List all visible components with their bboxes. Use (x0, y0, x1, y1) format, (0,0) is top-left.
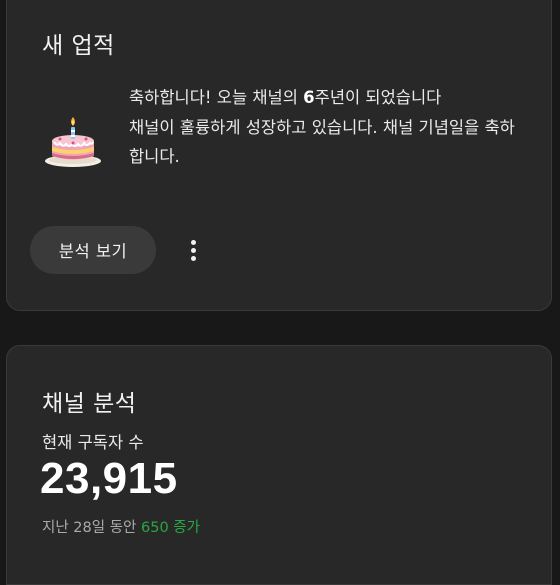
view-analytics-button[interactable]: 분석 보기 (30, 226, 156, 274)
change-days: 28 (73, 520, 92, 536)
birthday-cake-icon (45, 117, 101, 167)
more-dot (190, 239, 196, 245)
achievement-message-headline: 축하합니다! 오늘 채널의 6주년이 되었습니다 (129, 80, 529, 116)
achievement-message: 축하합니다! 오늘 채널의 6주년이 되었습니다 채널이 훌륭하게 성장하고 있… (129, 80, 529, 171)
change-mid: 일 동안 (91, 520, 141, 536)
change-prefix: 지난 (42, 520, 74, 536)
channel-analytics-card[interactable]: 채널 분석 현재 구독자 수 23,915 지난 28일 동안 650 증가 (6, 345, 552, 585)
subscriber-count: 23,915 (40, 454, 178, 503)
more-vertical-icon[interactable] (173, 229, 213, 271)
subscriber-label: 현재 구독자 수 (42, 433, 144, 452)
more-dot (190, 255, 196, 261)
achievement-card: 새 업적 축하합니다! 오늘 채널의 6주년이 되었습니다 채널이 훌륭하게 성… (6, 0, 552, 311)
message-part2: 주년이 되었습니다 (314, 88, 442, 107)
change-value: 650 증가 (141, 520, 200, 536)
message-years: 6 (303, 88, 315, 107)
achievement-message-detail: 채널이 훌륭하게 성장하고 있습니다. 채널 기념일을 축하합니다. (129, 118, 515, 166)
achievement-card-title: 새 업적 (42, 33, 115, 59)
more-dot (190, 247, 196, 253)
analytics-card-title: 채널 분석 (42, 391, 137, 417)
message-part1: 축하합니다! 오늘 채널의 (129, 88, 304, 107)
subscriber-change: 지난 28일 동안 650 증가 (42, 516, 200, 537)
